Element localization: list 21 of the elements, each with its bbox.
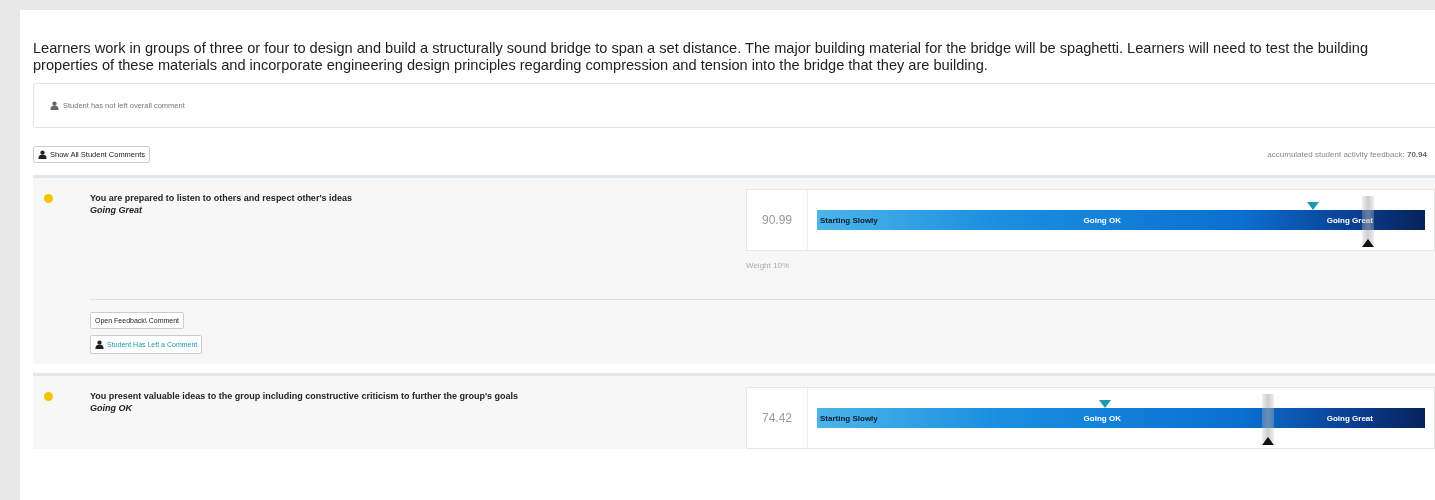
- description-text: Learners work in groups of three or four to design and build a structurally sound bridge to span a set distance. The major building material for the bridge will be spaghetti. Learners will need to test the building properties of these materials and incorporate engineering design principles regarding compression and tension into the bridge that they are building.: [33, 39, 1369, 74]
- person-icon: [95, 340, 104, 349]
- scale-label: Starting Slowly: [820, 215, 878, 225]
- criterion-title: You are prepared to listen to others and respect other's ideas: [90, 192, 354, 204]
- marker-band: [1261, 394, 1274, 442]
- teacher-marker-icon[interactable]: [1362, 239, 1375, 247]
- score-value: 74.42: [747, 388, 808, 448]
- person-icon: [50, 101, 59, 110]
- scale-label: Going OK: [1083, 413, 1121, 423]
- weight-text: Weight 10%: [746, 261, 790, 270]
- criterion-rating: Going OK: [90, 402, 133, 415]
- person-icon: [38, 149, 47, 159]
- scale-label: Going Great: [1326, 413, 1373, 423]
- scale-label: Going OK: [1083, 215, 1121, 225]
- score-value: 90.99: [747, 190, 808, 250]
- scale-label: Going Great: [1326, 215, 1373, 225]
- accumulated-feedback-text: accumulated student activity feedback: 70.94: [1267, 149, 1427, 159]
- criterion-rating: Going Great: [90, 204, 144, 217]
- teacher-marker-icon[interactable]: [1261, 437, 1274, 445]
- scale-label: Starting Slowly: [820, 413, 878, 423]
- criterion-title: You present valuable ideas to the group including constructive criticism to further the group's goals: [90, 390, 520, 402]
